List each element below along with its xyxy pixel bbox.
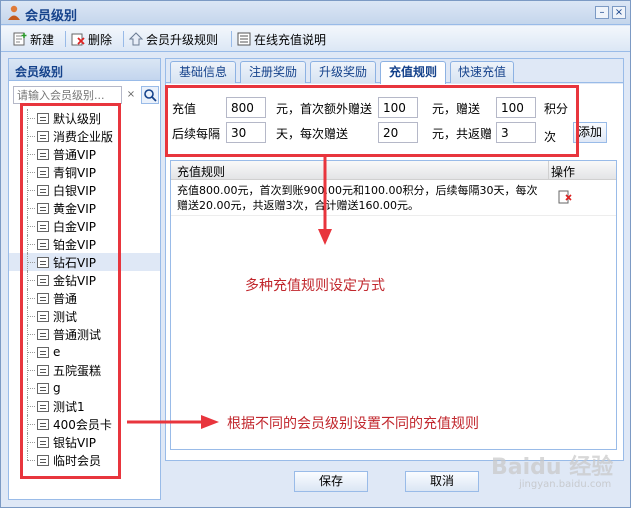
- tab-strip: 基础信息 注册奖励 升级奖励 充值规则 快速充值: [166, 59, 623, 84]
- window-title: 会员级别: [25, 9, 78, 24]
- close-button[interactable]: ×: [612, 6, 626, 19]
- user-icon: [8, 5, 20, 20]
- delete-rule-icon[interactable]: [558, 188, 572, 204]
- delete-button[interactable]: 删除: [71, 31, 112, 47]
- document-icon: [237, 32, 251, 46]
- save-button[interactable]: 保存: [294, 471, 368, 492]
- column-divider: [548, 161, 549, 180]
- upgrade-rules-label: 会员升级规则: [146, 32, 219, 47]
- search-icon: [144, 89, 157, 102]
- table-row[interactable]: 充值800.00元，首次到账900.00元和100.00积分，后续每隔30天，每…: [171, 180, 616, 216]
- tab[interactable]: 快速充值: [450, 61, 514, 83]
- rules-grid: 充值规则 操作 充值800.00元，首次到账900.00元和100.00积分，后…: [170, 160, 617, 450]
- col-rule-header: 充值规则: [177, 165, 226, 179]
- tab[interactable]: 升级奖励: [310, 61, 376, 83]
- delete-icon: [71, 33, 85, 46]
- new-label: 新建: [30, 32, 55, 47]
- online-recharge-button[interactable]: 在线充值说明: [237, 31, 326, 47]
- col-action-header: 操作: [551, 165, 576, 179]
- rule-annotation: 多种充值规则设定方式: [245, 278, 385, 294]
- delete-label: 删除: [88, 32, 113, 47]
- new-button[interactable]: 新建: [13, 31, 54, 47]
- search-button[interactable]: [141, 86, 159, 104]
- toolbar-separator: [231, 31, 232, 47]
- online-recharge-label: 在线充值说明: [254, 32, 327, 47]
- level-search-input[interactable]: [13, 86, 122, 104]
- grid-header: 充值规则 操作: [171, 161, 616, 180]
- clear-search-icon[interactable]: ×: [124, 88, 138, 102]
- toolbar-separator: [65, 31, 66, 47]
- minimize-button[interactable]: –: [595, 6, 609, 19]
- toolbar: 新建 删除 会员升级规则 在线充值说明: [1, 26, 630, 52]
- title-bar: 会员级别 – ×: [1, 1, 630, 25]
- upgrade-icon: [129, 32, 143, 46]
- level-annotation: 根据不同的会员级别设置不同的充值规则: [227, 416, 479, 432]
- upgrade-rules-button[interactable]: 会员升级规则: [129, 31, 218, 47]
- tab[interactable]: 基础信息: [170, 61, 236, 83]
- cancel-button[interactable]: 取消: [405, 471, 479, 492]
- down-arrow-icon: [318, 157, 332, 245]
- tree-highlight-box: [20, 103, 121, 479]
- rule-cell: 充值800.00元，首次到账900.00元和100.00积分，后续每隔30天，每…: [177, 184, 538, 212]
- tab[interactable]: 注册奖励: [240, 61, 306, 83]
- toolbar-separator: [123, 31, 124, 47]
- watermark-url: jingyan.baidu.com: [519, 479, 612, 490]
- form-highlight-box: [165, 85, 579, 157]
- right-arrow-icon: [127, 415, 219, 429]
- member-level-window: 会员级别 – × 新建 删除 会员升级规则 在线充值说明 会员级别 ×: [0, 0, 631, 508]
- panel-header: 会员级别: [9, 59, 160, 81]
- tab[interactable]: 充值规则: [380, 61, 446, 84]
- new-icon: [13, 32, 27, 46]
- watermark-logo: Baidu 经验: [491, 455, 614, 480]
